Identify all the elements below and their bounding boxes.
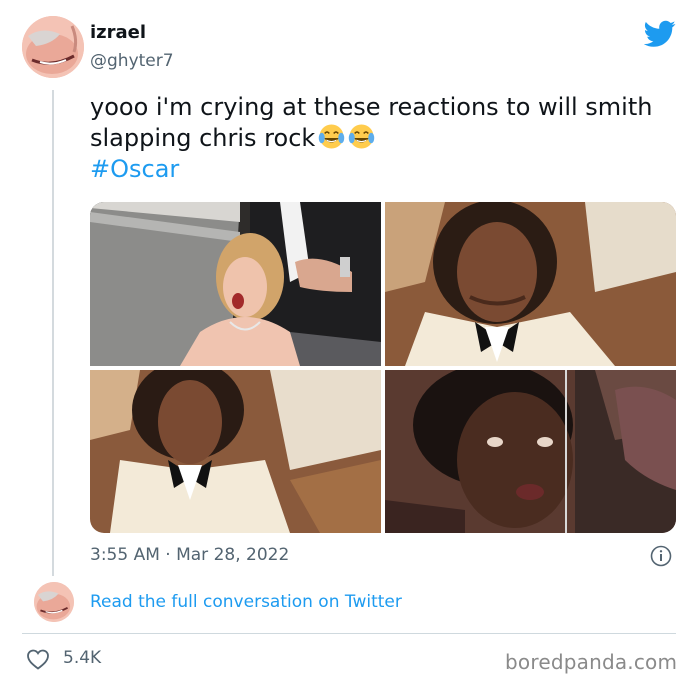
like-count[interactable]: 5.4K <box>63 648 101 668</box>
photo-man-white-tuxedo-frowning[interactable] <box>385 202 676 366</box>
read-conversation-link[interactable]: Read the full conversation on Twitter <box>90 592 402 612</box>
display-name[interactable]: izrael <box>90 22 146 43</box>
photo-woman-surprised[interactable] <box>385 370 676 533</box>
photo-woman-gasping[interactable] <box>90 202 381 366</box>
tweet-text: yooo i'm crying at these reactions to wi… <box>90 92 670 185</box>
avatar[interactable] <box>22 16 84 78</box>
media-grid <box>90 202 676 533</box>
reply-avatar[interactable] <box>34 582 74 622</box>
twitter-bird-icon[interactable] <box>644 20 676 48</box>
hashtag-link[interactable]: #Oscar <box>90 154 670 185</box>
face-with-tears-of-joy-icon <box>349 124 375 149</box>
divider <box>22 633 676 634</box>
heart-icon[interactable] <box>26 648 50 670</box>
user-handle[interactable]: @ghyter7 <box>90 51 174 71</box>
thread-connector <box>52 90 54 576</box>
watermark: boredpanda.com <box>505 650 678 674</box>
photo-man-white-tuxedo-staring[interactable] <box>90 370 381 533</box>
face-with-tears-of-joy-icon <box>319 124 345 149</box>
info-icon[interactable] <box>650 545 672 567</box>
tweet-timestamp[interactable]: 3:55 AM · Mar 28, 2022 <box>90 545 289 565</box>
